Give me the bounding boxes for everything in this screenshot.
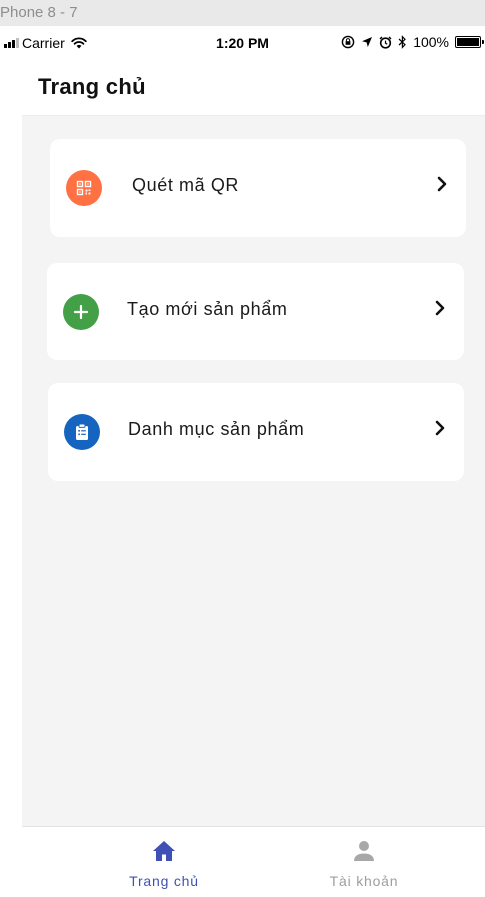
- menu-item-create-product[interactable]: Tạo mới sản phẩm: [47, 263, 464, 360]
- bluetooth-icon: [398, 35, 407, 49]
- qr-code-icon: [66, 170, 102, 206]
- clipboard-list-icon: [64, 414, 100, 450]
- chevron-right-icon: [435, 300, 445, 316]
- page-title: Trang chủ: [38, 74, 146, 99]
- home-icon: [152, 839, 176, 863]
- header: Trang chủ: [22, 60, 485, 116]
- status-right: 100%: [341, 34, 484, 50]
- user-icon: [353, 839, 375, 863]
- plus-icon: [63, 294, 99, 330]
- battery-percent: 100%: [413, 34, 449, 50]
- main-content: Quét mã QR Tạo mới sản phẩm Danh mục sản…: [22, 116, 485, 826]
- simulator-title: Phone 8 - 7: [0, 4, 78, 21]
- menu-item-label: Quét mã QR: [132, 175, 240, 195]
- tab-label: Trang chủ: [129, 873, 199, 889]
- bottom-tab-bar: Trang chủ Tài khoản: [22, 826, 485, 896]
- location-arrow-icon: [362, 37, 373, 47]
- chevron-right-icon: [435, 420, 445, 436]
- menu-item-scan-qr[interactable]: Quét mã QR: [50, 139, 466, 237]
- alarm-icon: [379, 36, 392, 49]
- chevron-right-icon: [437, 176, 447, 192]
- simulator-title-bar: Phone 8 - 7: [0, 0, 485, 26]
- battery-icon: [455, 36, 484, 48]
- rotation-lock-icon: [341, 35, 355, 49]
- status-bar: Carrier 1:20 PM 100%: [0, 26, 485, 60]
- menu-item-label: Tạo mới sản phẩm: [127, 299, 288, 319]
- menu-item-label: Danh mục sản phẩm: [128, 419, 305, 439]
- menu-item-product-catalog[interactable]: Danh mục sản phẩm: [48, 383, 464, 481]
- tab-account[interactable]: Tài khoản: [284, 827, 444, 897]
- tab-label: Tài khoản: [329, 873, 399, 889]
- tab-home[interactable]: Trang chủ: [84, 827, 244, 897]
